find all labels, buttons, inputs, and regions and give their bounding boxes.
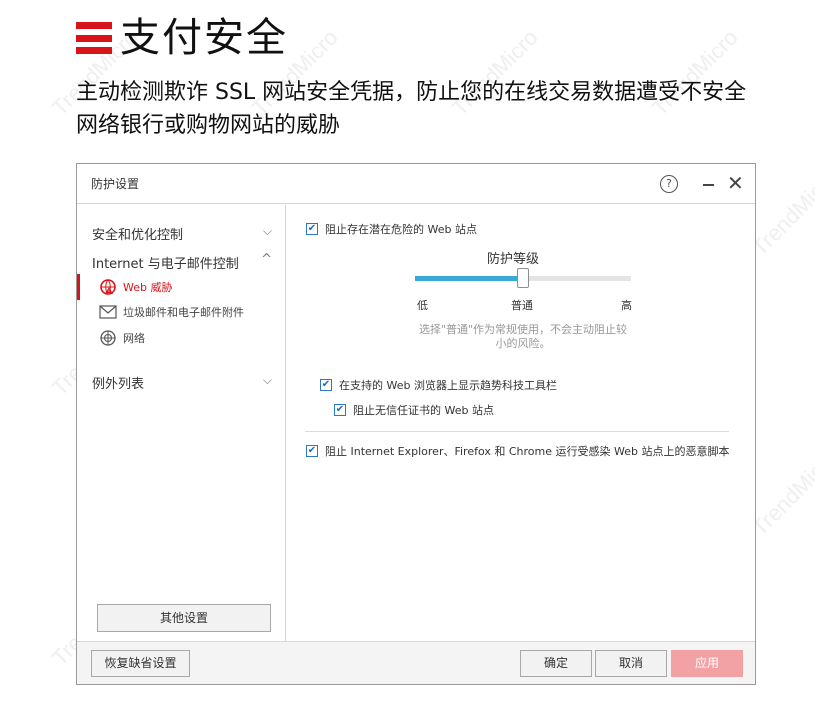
option-label: 阻止无信任证书的 Web 站点 — [353, 404, 494, 417]
sidebar-item-network[interactable]: 网络 — [99, 329, 145, 347]
hero-title: 支付安全 — [120, 15, 288, 61]
sidebar-item-label: 网络 — [123, 332, 145, 345]
dialog-title: 防护设置 — [91, 177, 140, 191]
settings-sidebar: 安全和优化控制 ⌵ Internet 与电子邮件控制 ^ ! Web 威胁 垃圾… — [77, 205, 286, 641]
checkbox-checked-icon[interactable]: ✔ — [306, 223, 318, 235]
sidebar-item-label: 安全和优化控制 — [92, 228, 184, 243]
sidebar-item-label: Internet 与电子邮件控制 — [92, 257, 239, 272]
chevron-up-icon: ^ — [261, 252, 272, 267]
level-high-label: 高 — [621, 299, 632, 312]
checkbox-checked-icon[interactable]: ✔ — [320, 379, 332, 391]
menu-bars-icon — [76, 22, 112, 54]
show-toolbar-option[interactable]: ✔ 在支持的 Web 浏览器上显示趋势科技工具栏 — [320, 377, 557, 393]
protection-level-title: 防护等级 — [487, 252, 540, 267]
option-label: 阻止 Internet Explorer、Firefox 和 Chrome 运行… — [325, 445, 730, 458]
section-divider — [305, 431, 729, 432]
svg-text:!: ! — [108, 290, 109, 296]
chevron-down-icon: ⌵ — [262, 224, 272, 238]
hero-header: 支付安全 — [76, 14, 288, 62]
dialog-footer: 恢复缺省设置 确定 取消 应用 — [77, 641, 755, 684]
sidebar-item-label: 例外列表 — [92, 377, 145, 392]
sidebar-item-label: Web 威胁 — [123, 281, 173, 294]
cancel-button[interactable]: 取消 — [595, 650, 667, 677]
protection-settings-dialog: 防护设置 ? ✕ 安全和优化控制 ⌵ Internet 与电子邮件控制 ^ ! … — [76, 163, 756, 685]
sidebar-item-label: 垃圾邮件和电子邮件附件 — [123, 306, 244, 319]
help-icon[interactable]: ? — [660, 175, 678, 193]
globe-warning-icon: ! — [99, 278, 117, 296]
other-settings-button[interactable]: 其他设置 — [97, 604, 271, 632]
chevron-down-icon: ⌵ — [262, 373, 272, 387]
ok-button[interactable]: 确定 — [520, 650, 592, 677]
sidebar-item-web-threats[interactable]: ! Web 威胁 — [99, 278, 172, 296]
option-label: 在支持的 Web 浏览器上显示趋势科技工具栏 — [339, 379, 557, 392]
level-description: 选择"普通"作为常规使用，不会主动阻止较小的风险。 — [418, 323, 628, 350]
restore-defaults-button[interactable]: 恢复缺省设置 — [91, 650, 190, 677]
block-dangerous-sites-option[interactable]: ✔ 阻止存在潜在危险的 Web 站点 — [306, 221, 477, 237]
apply-button[interactable]: 应用 — [671, 650, 743, 677]
level-normal-label: 普通 — [511, 299, 533, 312]
protection-level-slider-thumb[interactable] — [517, 268, 529, 288]
checkbox-checked-icon[interactable]: ✔ — [306, 445, 318, 457]
web-threats-panel: ✔ 阻止存在潜在危险的 Web 站点 防护等级 低 普通 高 选择"普通"作为常… — [287, 205, 755, 641]
sidebar-item-security[interactable]: 安全和优化控制 ⌵ — [92, 224, 272, 243]
watermark-text: TrendMicro — [746, 444, 815, 541]
block-malicious-scripts-option[interactable]: ✔ 阻止 Internet Explorer、Firefox 和 Chrome … — [306, 443, 730, 459]
sidebar-item-exceptions[interactable]: 例外列表 ⌵ — [92, 373, 272, 392]
close-icon[interactable]: ✕ — [727, 172, 744, 194]
slider-fill — [415, 276, 523, 281]
envelope-icon — [99, 303, 117, 321]
block-untrusted-cert-option[interactable]: ✔ 阻止无信任证书的 Web 站点 — [334, 402, 494, 418]
hero-subtitle: 主动检测欺诈 SSL 网站安全凭据，防止您的在线交易数据遭受不安全网络银行或购物… — [76, 80, 747, 138]
option-label: 阻止存在潜在危险的 Web 站点 — [325, 223, 477, 236]
minimize-icon[interactable] — [703, 184, 714, 186]
level-low-label: 低 — [417, 299, 428, 312]
sidebar-item-internet-email[interactable]: Internet 与电子邮件控制 ^ — [92, 252, 272, 272]
active-indicator — [77, 274, 80, 300]
dialog-titlebar: 防护设置 ? ✕ — [77, 164, 755, 204]
sidebar-item-spam[interactable]: 垃圾邮件和电子邮件附件 — [99, 303, 244, 321]
checkbox-checked-icon[interactable]: ✔ — [334, 404, 346, 416]
watermark-text: TrendMicro — [746, 164, 815, 261]
network-globe-icon — [99, 329, 117, 347]
